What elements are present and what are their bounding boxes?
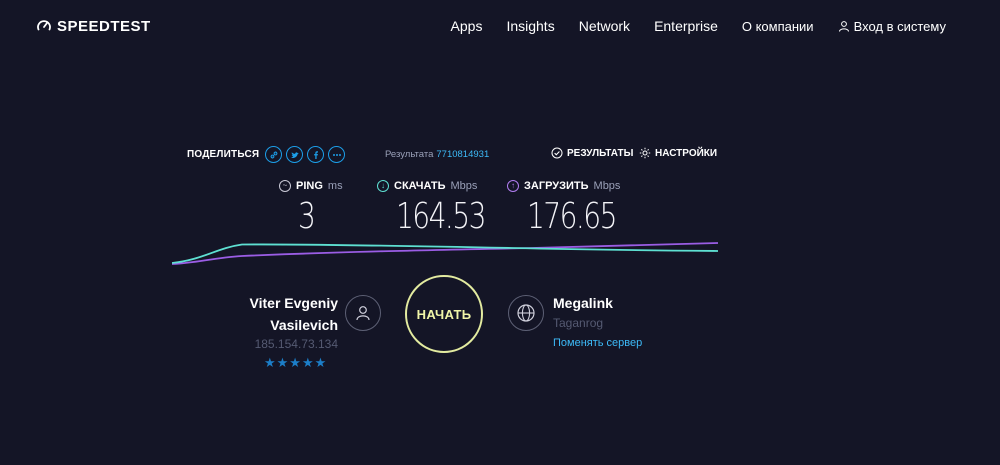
- share-label: ПОДЕЛИТЬСЯ: [187, 149, 260, 160]
- speedtest-logo[interactable]: SPEEDTEST: [36, 16, 151, 36]
- server-globe: [508, 295, 544, 331]
- nav-apps[interactable]: Apps: [451, 18, 483, 34]
- download-graph-line: [172, 243, 718, 264]
- twitter-icon: [290, 151, 299, 158]
- logo-text: SPEEDTEST: [57, 17, 151, 35]
- change-server-link[interactable]: Поменять сервер: [553, 337, 642, 349]
- client-avatar: [345, 295, 381, 331]
- result-label: Результата: [385, 149, 434, 160]
- nav-enterprise[interactable]: Enterprise: [654, 18, 718, 34]
- ping-label: PING: [296, 180, 323, 192]
- results-label: РЕЗУЛЬТАТЫ: [567, 147, 634, 159]
- top-header: SPEEDTEST Apps Insights Network Enterpri…: [0, 0, 1000, 54]
- download-metric: ↓ СКАЧАТЬ Mbps 164.53: [377, 180, 486, 237]
- main-nav: Apps Insights Network Enterprise О компа…: [451, 18, 946, 34]
- server-name: Megalink: [553, 295, 613, 311]
- settings-label: НАСТРОЙКИ: [655, 147, 718, 159]
- speedometer-icon: [37, 20, 51, 31]
- upload-label: ЗАГРУЗИТЬ: [524, 180, 589, 192]
- server-location: Taganrog: [553, 316, 604, 330]
- check-circle-icon: [551, 147, 563, 159]
- start-button[interactable]: НАЧАТЬ: [405, 275, 483, 353]
- share-facebook-button[interactable]: [307, 146, 325, 163]
- server-info: Megalink Taganrog Поменять сервер: [553, 292, 642, 349]
- facebook-icon: [313, 150, 318, 159]
- speed-graph: [172, 242, 718, 265]
- result-toolbar: ПОДЕЛИТЬСЯ Результата 7710814931 РЕЗУЛЬТ…: [187, 146, 717, 164]
- nav-network[interactable]: Network: [579, 18, 630, 34]
- client-name-line1: Viter Evgeniy: [249, 295, 338, 311]
- ping-metric: ~ PING ms 3: [279, 180, 343, 237]
- result-id-link[interactable]: 7710814931: [436, 149, 489, 160]
- gear-icon: [639, 147, 651, 159]
- login-link[interactable]: Вход в систему: [838, 19, 946, 34]
- upload-metric: ↑ ЗАГРУЗИТЬ Mbps 176.65: [507, 180, 621, 237]
- upload-unit: Mbps: [593, 180, 621, 192]
- settings-button[interactable]: НАСТРОЙКИ: [639, 147, 717, 159]
- upload-value: 176.65: [527, 196, 617, 237]
- person-icon: [356, 306, 370, 321]
- client-ip: 185.154.73.134: [254, 337, 338, 351]
- download-label: СКАЧАТЬ: [394, 180, 446, 192]
- upload-arrow-icon: ↑: [507, 180, 519, 192]
- globe-icon: [517, 304, 535, 322]
- more-icon: [332, 153, 341, 156]
- login-label: Вход в систему: [853, 18, 946, 34]
- user-icon: [838, 21, 849, 32]
- download-value: 164.53: [396, 196, 486, 237]
- result-id-block: Результата 7710814931: [385, 149, 489, 160]
- download-unit: Mbps: [450, 180, 478, 192]
- rating-stars[interactable]: ★★★★★: [264, 355, 338, 371]
- share-more-button[interactable]: [328, 146, 346, 163]
- share-group: ПОДЕЛИТЬСЯ: [187, 146, 346, 163]
- ping-value: 3: [298, 196, 316, 237]
- client-info: Viter Evgeniy Vasilevich 185.154.73.134 …: [230, 292, 338, 371]
- nav-insights[interactable]: Insights: [506, 18, 554, 34]
- client-name-line2: Vasilevich: [270, 317, 338, 333]
- ping-icon: ~: [279, 180, 291, 192]
- nav-about[interactable]: О компании: [742, 19, 814, 34]
- share-twitter-button[interactable]: [286, 146, 304, 163]
- link-icon: [270, 151, 278, 158]
- download-arrow-icon: ↓: [377, 180, 389, 192]
- results-button[interactable]: РЕЗУЛЬТАТЫ: [551, 147, 633, 159]
- share-link-button[interactable]: [265, 146, 283, 163]
- ping-unit: ms: [327, 180, 343, 192]
